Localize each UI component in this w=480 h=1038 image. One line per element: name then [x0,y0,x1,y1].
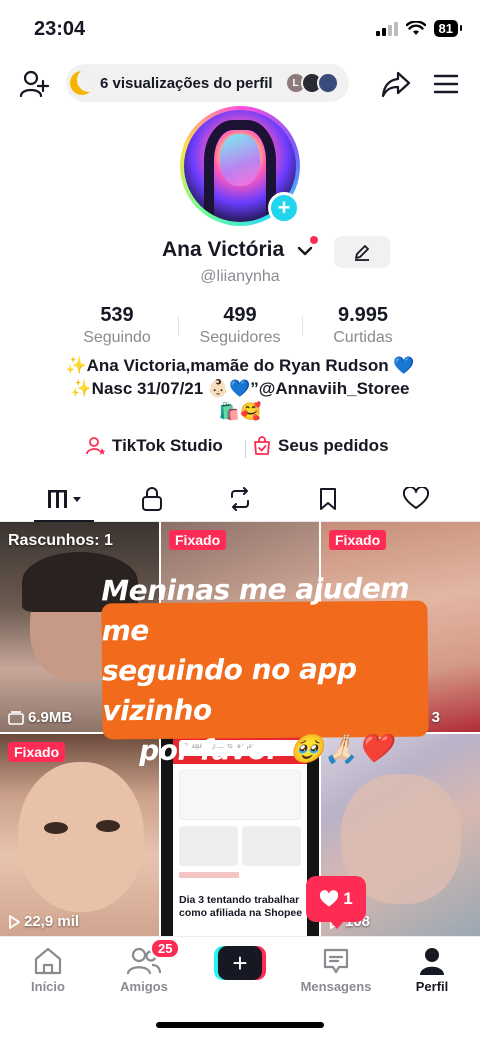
pinned-badge: Fixado [169,530,227,550]
nav-profile-label: Perfil [415,979,449,994]
overlay-line: seguindo no app vizinho [101,652,357,728]
tab-liked[interactable] [392,484,440,514]
status-icons: 81 [375,20,463,37]
viewer-avatar [316,72,339,94]
profile-header: 6 visualizações do perfil L [0,62,480,106]
moon-icon [70,71,94,95]
video-caption: Dia 3 tentando trabalhar como afiliada n… [179,894,303,919]
folder-icon [8,710,24,725]
tab-private[interactable] [128,484,176,514]
heart-icon [403,487,429,509]
orders-link[interactable]: Seus pedidos [252,436,389,456]
profile-bio: ✨Ana Victoria,mamãe do Ryan Rudson 💙 ✨Na… [0,354,480,423]
message-icon [323,948,349,974]
create-button[interactable]: + [214,946,266,980]
stat-label: Curtidas [333,329,393,346]
battery-indicator: 81 [433,20,463,37]
profile-name[interactable]: Ana Victória [162,238,284,262]
pinned-badge: Fixado [329,530,387,550]
pinned-badge: Fixado [8,742,66,762]
status-time: 23:04 [34,18,86,40]
add-story-button[interactable]: + [268,192,300,224]
profile-views-pill[interactable]: 6 visualizações do perfil L [66,64,349,102]
stat-likes[interactable]: 9.995 Curtidas [303,304,423,347]
tab-reposts[interactable] [216,484,264,514]
stat-label: Seguindo [83,329,151,346]
profile-stats: 539 Seguindo 499 Seguidores 9.995 Curtid… [0,304,480,348]
stat-value: 9.995 [337,304,389,326]
profile-views-text: 6 visualizações do perfil [100,74,273,92]
notification-dot [310,236,318,244]
lock-icon [142,487,162,511]
like-count: 1 [343,889,353,908]
grid-icon [48,490,81,508]
menu-icon[interactable] [430,68,462,100]
friends-badge: 25 [150,938,181,959]
nav-home[interactable]: Início [8,945,88,994]
nav-messages-label: Mensagens [300,979,372,994]
bookmark-icon [320,488,336,510]
bio-line: ✨Ana Victoria,mamãe do Ryan Rudson 💙 [65,356,415,375]
bio-line: 🛍️🥰 [218,402,262,421]
tiktok-studio-label: TikTok Studio [112,436,223,455]
stat-label: Seguidores [199,329,281,346]
stat-followers[interactable]: 499 Seguidores [180,304,300,347]
stat-following[interactable]: 539 Seguindo [57,304,177,347]
view-count: 22,9 mil [8,913,79,930]
home-indicator [156,1022,324,1028]
stat-value: 539 [100,304,134,326]
tab-videos[interactable] [40,484,88,514]
heart-filled-icon [320,890,339,907]
overlay-sticker: Meninas me ajudem me seguindo no app viz… [101,572,429,767]
status-bar: 23:04 81 [0,0,480,60]
edit-profile-button[interactable] [334,236,390,268]
profile-icon [420,948,444,975]
tiktok-studio-link[interactable]: TikTok Studio [86,436,223,456]
add-friend-icon[interactable] [18,68,50,100]
like-notification[interactable]: 1 [306,876,366,929]
content-tabs [0,476,480,522]
nav-messages[interactable]: Mensagens [296,945,376,994]
viewer-avatars: L [284,72,339,94]
drafts-label: Rascunhos: 1 [8,532,113,549]
overlay-line: Meninas me ajudem me [101,571,410,648]
signal-icon [375,21,398,36]
name-row: Ana Victória [0,238,480,268]
tab-saved[interactable] [304,484,352,514]
orders-label: Seus pedidos [278,436,389,455]
shopping-bag-icon [254,436,270,455]
profile-username: @liianynha [200,268,280,285]
person-star-icon [86,437,106,455]
play-icon [9,914,20,929]
share-icon[interactable] [380,68,412,100]
chevron-down-icon[interactable] [296,242,314,260]
plus-icon: + [218,946,262,980]
drafts-size: 6.9MB [8,709,72,726]
overlay-line: por favor 🥹🙏🏻❤️ [139,731,393,768]
wifi-icon [405,21,426,35]
nav-profile[interactable]: Perfil [392,945,472,994]
bio-line: ✨Nasc 31/07/21 👶🏻💙”@Annaviih_Storee [70,379,410,398]
stat-value: 499 [223,304,257,326]
home-icon [34,947,62,975]
video-cell[interactable]: Fixado 22,9 mil [0,734,159,936]
repost-icon [231,487,249,511]
profile-avatar[interactable]: + [180,106,300,226]
profile-links: TikTok Studio Seus pedidos [0,436,480,462]
pencil-icon [355,245,369,261]
nav-friends-label: Amigos [120,979,168,994]
nav-home-label: Início [31,979,65,994]
view-count: 3 [431,709,440,726]
